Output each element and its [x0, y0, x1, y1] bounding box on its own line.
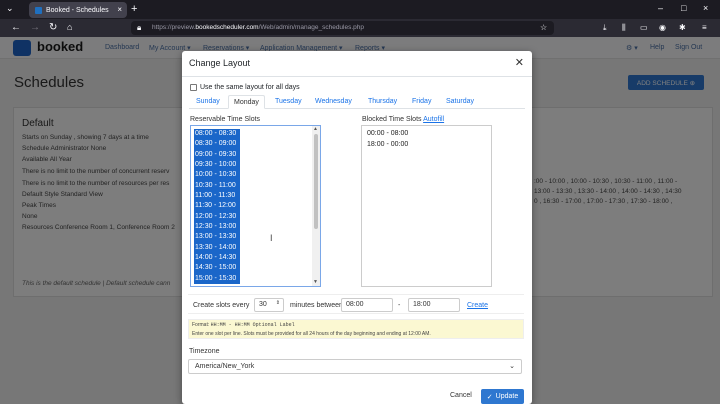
tab-tuesday[interactable]: Tuesday [275, 95, 302, 109]
scrollbar-thumb[interactable] [314, 134, 318, 229]
timezone-value: America/New_York [195, 363, 255, 370]
tab-sunday[interactable]: Sunday [196, 95, 220, 109]
minutes-between-label: minutes between [290, 302, 343, 309]
favicon-icon [35, 6, 42, 14]
tab-monday[interactable]: Monday [228, 95, 265, 109]
slot-line: 12:00 - 12:30 [194, 211, 240, 223]
blocked-slot-list: 00:00 - 08:00 18:00 - 00:00 [367, 129, 408, 150]
create-slots-row: Create slots every 30 ⇕ minutes between 0… [188, 294, 524, 314]
slot-line: 18:00 - 00:00 [367, 140, 409, 148]
slot-line: 11:00 - 11:30 [194, 191, 240, 202]
library-icon[interactable]: ⫼ [622, 23, 626, 33]
reader-icon[interactable]: ▭ [640, 23, 648, 32]
slot-line: 08:30 - 09:00 [194, 139, 240, 150]
interval-stepper[interactable]: 30 ⇕ [254, 298, 284, 312]
address-bar[interactable]: 🔒︎ https://preview.bookedscheduler.com/W… [131, 21, 554, 35]
slot-line: 13:00 - 13:30 [194, 232, 240, 243]
close-tab-icon[interactable]: × [117, 5, 122, 14]
reservable-slot-list: 08:00 - 08:30 08:30 - 09:00 09:00 - 09:3… [194, 129, 240, 285]
tab-list-icon[interactable]: ⌄ [6, 3, 14, 14]
slot-line: 12:30 - 13:00 [194, 222, 240, 233]
same-layout-checkbox[interactable] [190, 84, 197, 91]
slot-line: 13:30 - 14:00 [194, 242, 240, 254]
home-icon[interactable]: ⌂ [67, 22, 72, 32]
day-tabs: Sunday Monday Tuesday Wednesday Thursday… [189, 95, 525, 109]
forward-icon[interactable]: → [30, 22, 40, 33]
create-slots-link[interactable]: Create [467, 302, 488, 309]
blocked-slots-textarea[interactable]: 00:00 - 08:00 18:00 - 00:00 [361, 125, 492, 287]
timezone-label: Timezone [189, 348, 220, 355]
slot-line: 10:00 - 10:30 [194, 170, 240, 181]
slot-line: 08:00 - 08:30 [194, 129, 240, 140]
bookmark-star-icon[interactable]: ☆ [540, 23, 547, 32]
time-range-dash: - [398, 302, 401, 309]
slot-line: 09:30 - 10:00 [194, 160, 240, 171]
reservable-slots-textarea[interactable]: 08:00 - 08:30 08:30 - 09:00 09:00 - 09:3… [190, 125, 321, 287]
format-help-text: Enter one slot per line. Slots must be p… [192, 331, 431, 337]
tab-friday[interactable]: Friday [412, 95, 431, 109]
close-icon[interactable]: ✕ [515, 56, 524, 69]
tab-saturday[interactable]: Saturday [446, 95, 474, 109]
new-tab-icon[interactable]: + [131, 3, 137, 15]
update-button[interactable]: ✓ Update [481, 389, 524, 404]
end-time-input[interactable]: 18:00 [408, 298, 460, 312]
slot-line: 15:00 - 15:30 [194, 273, 240, 285]
browser-navbar: ← → ↻ ⌂ 🔒︎ https://preview.bookedschedul… [0, 19, 720, 37]
modal-title: Change Layout [189, 58, 251, 68]
tab-thursday[interactable]: Thursday [368, 95, 397, 109]
chevron-down-icon: ⌄ [509, 363, 515, 370]
url-text: https://preview.bookedscheduler.com/Web/… [152, 24, 365, 31]
format-line: Format: HH:MM - HH:MM Optional Label [192, 322, 295, 328]
maximize-icon[interactable]: □ [681, 3, 686, 13]
reservable-slots-label: Reservable Time Slots [190, 116, 261, 123]
timezone-select[interactable]: America/New_York ⌄ [188, 359, 522, 374]
create-every-label: Create slots every [193, 302, 250, 309]
slot-line: 14:30 - 15:00 [194, 263, 240, 274]
blocked-slots-label: Blocked Time Slots Autofill [362, 116, 445, 123]
menu-icon[interactable]: ≡ [702, 23, 707, 32]
downloads-icon[interactable]: ⤓ [603, 23, 607, 33]
slot-line: 09:00 - 09:30 [194, 149, 240, 161]
minimize-icon[interactable]: – [658, 3, 663, 13]
back-icon[interactable]: ← [11, 22, 21, 33]
same-layout-label: Use the same layout for all days [200, 84, 300, 91]
tab-title: Booked - Schedules [46, 6, 109, 14]
browser-tab[interactable]: Booked - Schedules × [29, 2, 127, 18]
check-circle-icon: ✓ [486, 393, 493, 401]
tab-wednesday[interactable]: Wednesday [315, 95, 352, 109]
update-label: Update [495, 393, 519, 400]
browser-tabbar: ⌄ Booked - Schedules × + – □ × [0, 0, 720, 19]
slot-line: 10:30 - 11:00 [194, 180, 240, 192]
scroll-up-icon[interactable]: ▲ [313, 126, 318, 132]
slot-line: 00:00 - 08:00 [367, 130, 409, 137]
change-layout-modal: Change Layout ✕ Use the same layout for … [182, 51, 532, 404]
account-icon[interactable]: ◉ [659, 23, 666, 32]
textarea-scrollbar[interactable]: ▲ ▼ [312, 126, 320, 286]
app-page: booked Dashboard My Account ▾ Reservatio… [0, 37, 720, 404]
format-help-box: Format: HH:MM - HH:MM Optional Label Ent… [188, 319, 524, 339]
slot-line: 11:30 - 12:00 [194, 201, 240, 212]
slot-line: 14:00 - 14:30 [194, 253, 240, 264]
lock-icon: 🔒︎ [137, 23, 142, 32]
modal-header: Change Layout ✕ [182, 51, 532, 77]
close-window-icon[interactable]: × [703, 3, 708, 13]
text-cursor-icon: I [270, 233, 273, 243]
cancel-button[interactable]: Cancel [450, 392, 472, 399]
reload-icon[interactable]: ↻ [49, 22, 57, 33]
autofill-link[interactable]: Autofill [423, 116, 444, 123]
same-layout-row[interactable]: Use the same layout for all days [190, 84, 300, 91]
extensions-icon[interactable]: ✱ [679, 23, 686, 32]
start-time-input[interactable]: 08:00 [341, 298, 393, 312]
scroll-down-icon[interactable]: ▼ [313, 279, 318, 285]
